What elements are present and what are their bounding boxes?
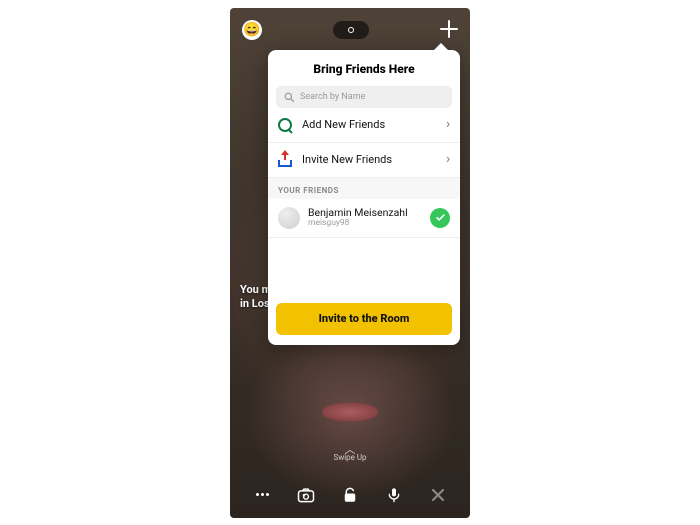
face-lips bbox=[322, 403, 378, 421]
invite-to-room-button[interactable]: Invite to the Room bbox=[276, 303, 452, 335]
phone-frame: 😄 You m in Los Bring Friends Here Search… bbox=[230, 8, 470, 518]
bg-msg-line2: in Los bbox=[240, 297, 271, 312]
mic-icon bbox=[386, 486, 402, 504]
bottom-toolbar bbox=[230, 484, 470, 506]
selected-check[interactable] bbox=[430, 208, 450, 228]
check-icon bbox=[435, 212, 446, 223]
invite-button-label: Invite to the Room bbox=[319, 312, 410, 325]
search-icon bbox=[284, 92, 294, 102]
record-indicator-icon bbox=[348, 27, 354, 33]
add-new-friends-row[interactable]: Add New Friends › bbox=[268, 108, 460, 143]
add-friends-label: Add New Friends bbox=[302, 118, 385, 131]
invite-new-friends-row[interactable]: Invite New Friends › bbox=[268, 143, 460, 178]
share-icon bbox=[278, 153, 292, 167]
close-icon bbox=[430, 487, 446, 503]
top-bar: 😄 bbox=[230, 16, 470, 44]
chevron-right-icon: › bbox=[446, 117, 450, 132]
friend-name: Benjamin Meisenzahl bbox=[308, 207, 408, 219]
unlock-icon bbox=[341, 486, 359, 504]
popover-title: Bring Friends Here bbox=[268, 50, 460, 86]
plus-icon bbox=[440, 20, 458, 38]
lock-button[interactable] bbox=[339, 484, 361, 506]
mic-button[interactable] bbox=[383, 484, 405, 506]
friend-text: Benjamin Meisenzahl meisguy98 bbox=[308, 207, 408, 228]
reactions-button[interactable]: 😄 bbox=[242, 20, 262, 40]
close-button[interactable] bbox=[427, 484, 449, 506]
chevron-right-icon: › bbox=[446, 152, 450, 167]
flip-camera-icon bbox=[296, 485, 316, 505]
more-button[interactable] bbox=[251, 484, 273, 506]
friends-section-header: YOUR FRIENDS bbox=[268, 178, 460, 199]
search-placeholder: Search by Name bbox=[300, 92, 365, 102]
swipe-up-hint[interactable]: ︿ Swipe Up bbox=[333, 447, 366, 462]
friend-username: meisguy98 bbox=[308, 219, 408, 228]
magnifier-add-icon bbox=[278, 118, 292, 132]
friend-row[interactable]: Benjamin Meisenzahl meisguy98 bbox=[268, 199, 460, 238]
flip-camera-button[interactable] bbox=[295, 484, 317, 506]
invite-popover: Bring Friends Here Search by Name Add Ne… bbox=[268, 50, 460, 345]
swipe-label: Swipe Up bbox=[333, 453, 366, 462]
bg-msg-line1: You m bbox=[240, 283, 271, 298]
invite-friends-label: Invite New Friends bbox=[302, 153, 392, 166]
emoji-icon: 😄 bbox=[243, 23, 260, 37]
avatar bbox=[278, 207, 300, 229]
background-message: You m in Los bbox=[240, 283, 271, 313]
search-input[interactable]: Search by Name bbox=[276, 86, 452, 108]
add-button[interactable] bbox=[440, 16, 458, 44]
camera-pill[interactable] bbox=[333, 21, 369, 39]
